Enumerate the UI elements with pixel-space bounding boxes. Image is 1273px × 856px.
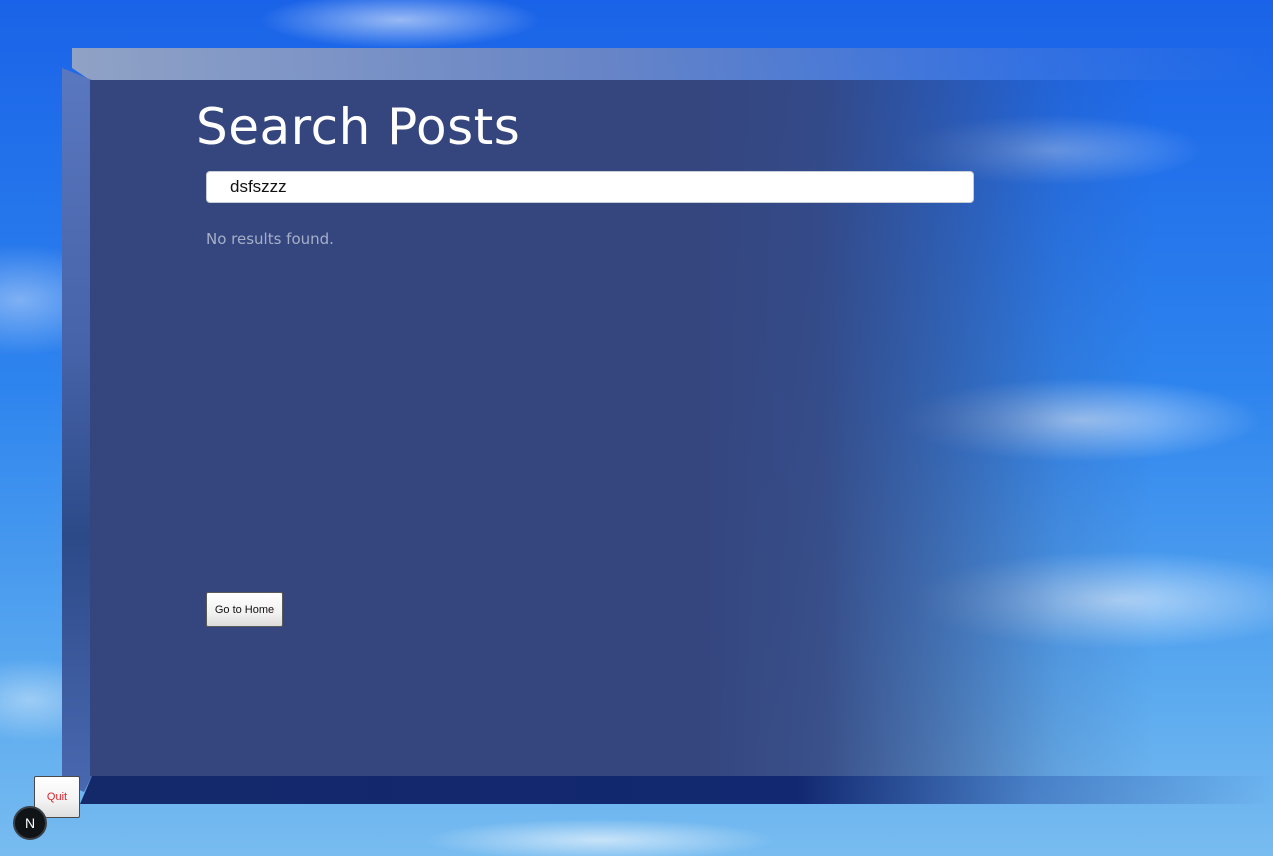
panel-bevel-bottom — [80, 776, 1273, 804]
no-results-message: No results found. — [206, 230, 334, 248]
page-title: Search Posts — [196, 98, 521, 156]
n-badge[interactable]: N — [13, 806, 47, 840]
content-panel — [62, 48, 1273, 805]
go-to-home-button[interactable]: Go to Home — [206, 592, 283, 627]
search-input[interactable] — [206, 171, 974, 203]
panel-bevel-top — [72, 48, 1273, 80]
n-badge-letter: N — [24, 815, 36, 831]
panel-bevel-left — [62, 68, 92, 792]
